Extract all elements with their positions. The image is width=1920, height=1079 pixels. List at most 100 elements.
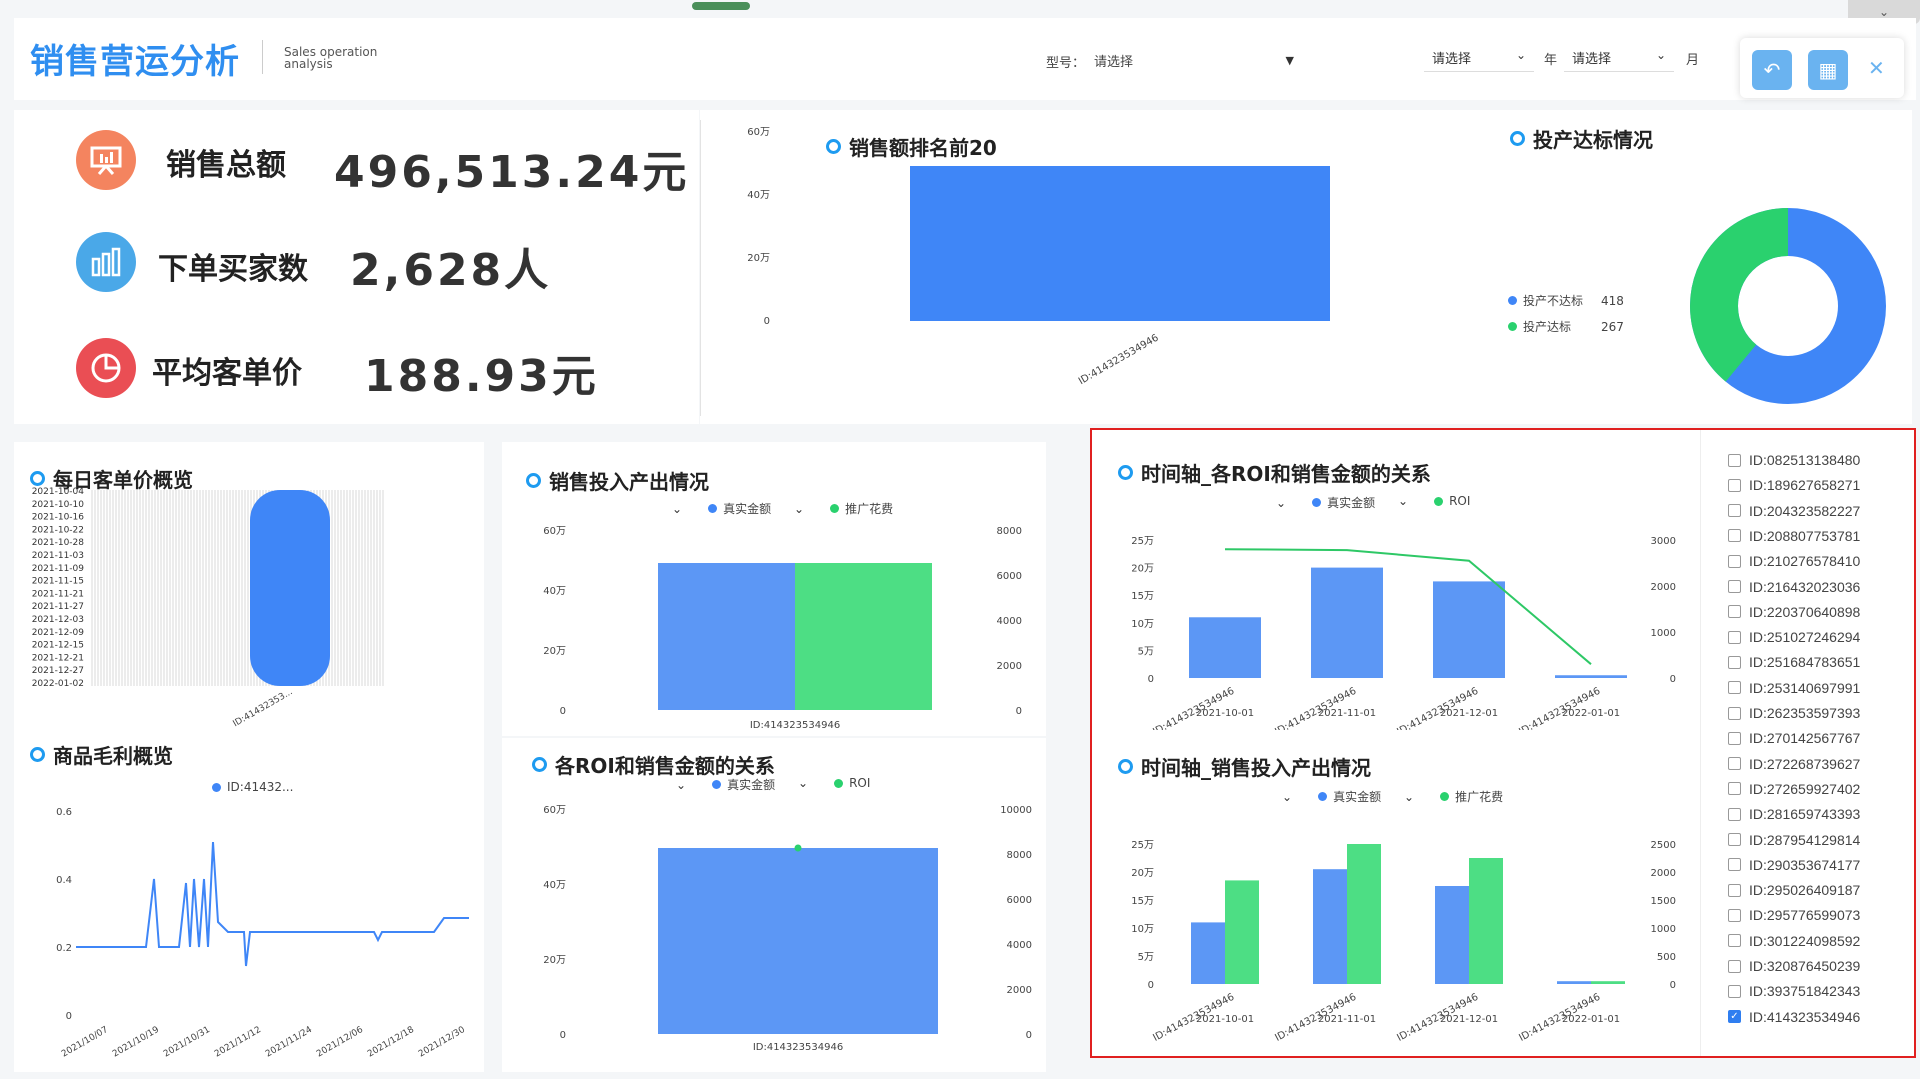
id-list-label: ID:272659927402 xyxy=(1749,780,1861,797)
checkbox[interactable] xyxy=(1728,529,1741,543)
id-list-item[interactable]: ID:253140697991 xyxy=(1728,680,1860,696)
id-list-item[interactable]: ID:220370640898 xyxy=(1728,604,1860,620)
id-list-label: ID:301224098592 xyxy=(1749,932,1861,949)
month-select[interactable]: 请选择 ⌄ xyxy=(1564,44,1674,72)
id-list-item[interactable]: ID:301224098592 xyxy=(1728,933,1860,949)
checkbox[interactable] xyxy=(1728,833,1741,846)
x-tick: 2021/10/07 xyxy=(60,1025,110,1060)
id-filter-list[interactable]: ID:082513138480 ID:189627658271 ID:2043235… xyxy=(1728,452,1908,1052)
y-tick-right: 0 xyxy=(1670,980,1676,991)
y-tick: 2021-10-28 xyxy=(32,538,85,548)
checkbox[interactable] xyxy=(1728,554,1741,568)
id-list-item[interactable]: ID:204323582227 xyxy=(1728,503,1860,519)
id-list-label: ID:270142567767 xyxy=(1749,730,1861,747)
line-margin xyxy=(76,841,469,967)
id-list-item[interactable]: ID:281659743393 xyxy=(1728,806,1860,822)
checkbox[interactable] xyxy=(1728,706,1741,720)
id-list-item[interactable]: ID:272659927402 xyxy=(1728,781,1860,797)
id-list-item[interactable]: ID:262353597393 xyxy=(1728,705,1860,721)
id-list-item[interactable]: ID:189627658271 xyxy=(1728,477,1860,493)
id-list-item[interactable]: ID:251027246294 xyxy=(1728,629,1860,645)
checkbox[interactable] xyxy=(1728,984,1741,998)
y-tick: 0.4 xyxy=(56,875,72,886)
y-tick-right: 2000 xyxy=(1007,985,1032,996)
y-tick-right: 0 xyxy=(1016,706,1022,717)
checkbox[interactable] xyxy=(1728,605,1741,619)
chart-margin: 0.6 0.4 0.2 0 2021/10/07 2021/10/19 2021/1… xyxy=(56,807,469,1060)
checkbox[interactable] xyxy=(1728,478,1741,492)
id-list-label: ID:216432023036 xyxy=(1749,578,1861,595)
y-tick: 0 xyxy=(1148,980,1154,991)
model-select[interactable]: 请选择 ▼ xyxy=(1094,48,1294,72)
id-list-item[interactable]: ID:082513138480 xyxy=(1728,452,1860,468)
chevron-down-icon: ⌄ xyxy=(1655,48,1666,62)
id-list-item[interactable]: ID:295776599073 xyxy=(1728,907,1860,923)
y-tick-right: 6000 xyxy=(997,571,1022,582)
y-tick: 0 xyxy=(560,706,566,717)
y-tick-right: 500 xyxy=(1657,952,1676,963)
checkbox[interactable] xyxy=(1728,807,1741,821)
kpi-label-buyers: 下单买家数 xyxy=(158,252,308,287)
checkbox[interactable] xyxy=(1728,883,1741,897)
checkbox[interactable] xyxy=(1728,453,1741,467)
id-list-item[interactable]: ID:251684783651 xyxy=(1728,654,1860,670)
top-drag-handle[interactable] xyxy=(692,2,750,10)
checkbox[interactable] xyxy=(1728,655,1741,669)
x-tick: 2022-01-01 xyxy=(1562,1014,1620,1025)
id-list-item[interactable]: ID:216432023036 xyxy=(1728,579,1860,595)
checkbox[interactable] xyxy=(1728,858,1741,872)
id-list-item[interactable]: ID:320876450239 xyxy=(1728,958,1860,974)
bar-sales xyxy=(1557,981,1591,984)
id-list-item[interactable]: ID:290353674177 xyxy=(1728,857,1860,873)
checkbox[interactable] xyxy=(1728,731,1741,745)
id-list-label: ID:295776599073 xyxy=(1749,907,1861,924)
checkbox[interactable] xyxy=(1728,630,1741,644)
x-tick: 2021/11/12 xyxy=(213,1025,263,1060)
kpi-value-sales: 496,513.24元 xyxy=(334,147,690,198)
id-list-item[interactable]: ID:295026409187 xyxy=(1728,882,1860,898)
undo-button[interactable]: ↶ xyxy=(1752,50,1792,90)
checkbox[interactable] xyxy=(1728,908,1741,922)
id-list-item[interactable]: ID:393751842343 xyxy=(1728,983,1860,999)
layout-button[interactable]: ▦ xyxy=(1808,50,1848,90)
y-tick: 20万 xyxy=(1131,564,1154,575)
close-button[interactable]: ✕ xyxy=(1868,56,1885,80)
kpi-panel: 销售总额 496,513.24元 下单买家数 2,628人 平均客单价 188.… xyxy=(14,110,699,424)
y-tick: 0.2 xyxy=(56,943,72,954)
kpi-value-buyers: 2,628人 xyxy=(350,245,552,296)
id-list-item[interactable]: ✓ ID:414323534946 xyxy=(1728,1009,1860,1025)
bar-sales xyxy=(658,563,795,710)
checkbox[interactable] xyxy=(1728,782,1741,796)
y-tick-right: 0 xyxy=(1026,1030,1032,1041)
title-divider xyxy=(262,40,263,74)
checkbox[interactable] xyxy=(1728,504,1741,518)
y-tick: 2021-10-04 xyxy=(32,487,85,497)
checkbox[interactable] xyxy=(1728,681,1741,695)
header-bar: 销售营运分析 Sales operation analysis 型号： 请选择 … xyxy=(14,18,1916,100)
id-list-item[interactable]: ID:208807753781 xyxy=(1728,528,1860,544)
checkbox[interactable] xyxy=(1728,757,1741,771)
model-label: 型号： xyxy=(1046,56,1086,71)
id-list-label: ID:210276578410 xyxy=(1749,553,1861,570)
x-tick: 2021-11-01 xyxy=(1318,708,1376,719)
legend-roi-pass[interactable]: 投产达标 267 xyxy=(1508,318,1624,335)
id-list-item[interactable]: ID:270142567767 xyxy=(1728,730,1860,746)
y-tick: 2021-11-15 xyxy=(32,577,84,587)
chart-daily-unit: 2021-10-04 2021-10-10 2021-10-16 2021-10-22… xyxy=(32,487,384,728)
id-list-item[interactable]: ID:287954129814 xyxy=(1728,832,1860,848)
id-list-label: ID:295026409187 xyxy=(1749,882,1861,899)
id-list-item[interactable]: ID:210276578410 xyxy=(1728,553,1860,569)
checkbox[interactable] xyxy=(1728,934,1741,948)
y-tick-right: 2000 xyxy=(1651,582,1676,593)
year-select[interactable]: 请选择 ⌄ xyxy=(1424,44,1534,72)
x-tick: 2021-10-01 xyxy=(1196,708,1254,719)
checkbox[interactable]: ✓ xyxy=(1728,1010,1741,1024)
legend-roi-fail[interactable]: 投产不达标 418 xyxy=(1508,292,1624,309)
undo-icon: ↶ xyxy=(1763,58,1781,82)
y-tick-right: 1000 xyxy=(1651,924,1676,935)
x-tick: 2021-12-01 xyxy=(1440,1014,1498,1025)
checkbox[interactable] xyxy=(1728,959,1741,973)
checkbox[interactable] xyxy=(1728,580,1741,593)
id-list-item[interactable]: ID:272268739627 xyxy=(1728,756,1860,772)
x-tick: 2021/10/19 xyxy=(111,1025,161,1060)
